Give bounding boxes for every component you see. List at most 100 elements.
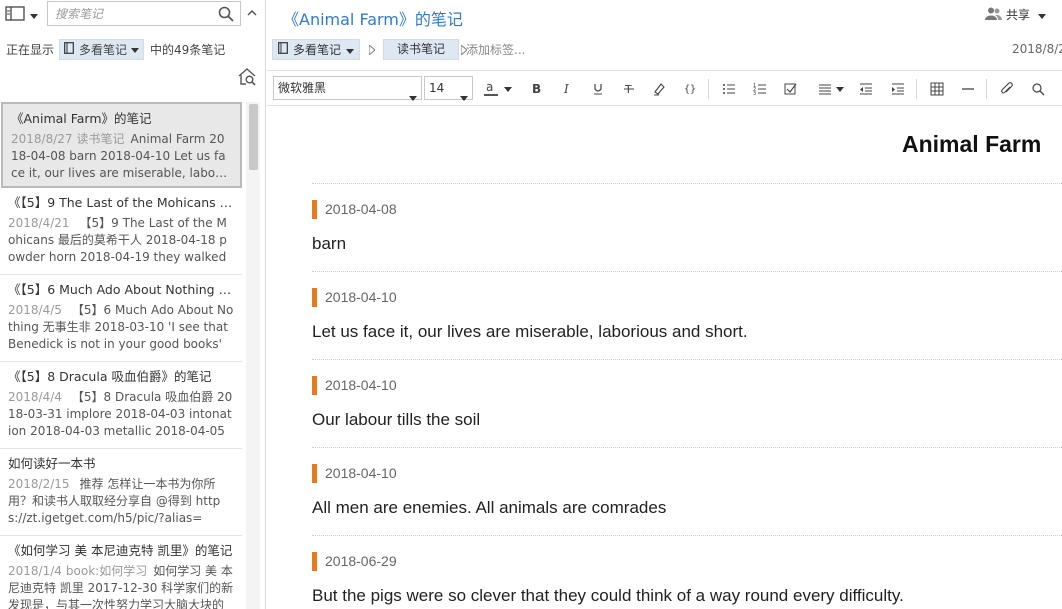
chevron-down-icon[interactable] (835, 80, 845, 98)
format-toolbar: 微软雅黑 14 a B I T {} 123 (267, 70, 1062, 106)
svg-text:I: I (563, 82, 569, 96)
entry-date: 2018-04-10 (325, 377, 397, 393)
highlighter-icon[interactable] (650, 80, 668, 98)
font-size-select[interactable]: 14 (424, 76, 473, 101)
view-mode-button[interactable] (5, 5, 41, 24)
entry-text: Our labour tills the soil (312, 410, 481, 429)
entry-text: All men are enemies. All animals are com… (312, 498, 667, 517)
notebook-label: 多看笔记 (293, 43, 342, 57)
entry-date: 2018-04-08 (325, 201, 397, 217)
toolbar-divider (708, 79, 709, 99)
note-item-title: 《【5】6 Much Ado About Nothing 无事生非》的笔记 (8, 282, 234, 297)
notebook-select[interactable]: 多看笔记 (272, 39, 361, 60)
note-item-title: 《【5】8 Dracula 吸血伯爵》的笔记 (8, 369, 212, 384)
note-item-date: 2018/4/5 (8, 303, 62, 317)
note-item-title: 如何读好一本书 (8, 456, 96, 471)
indent-icon[interactable] (889, 80, 907, 98)
note-list-item[interactable]: 《【5】6 Much Ado About Nothing 无事生非》的笔记 20… (0, 275, 242, 362)
entry-text: Let us face it, our lives are miserable,… (312, 322, 748, 341)
note-content[interactable]: Animal Farm 2018-04-08 barn 2018-04-10 L… (267, 107, 1062, 609)
note-item-date: 2018/4/4 (8, 390, 62, 404)
note-list-item[interactable]: 《Animal Farm》的笔记 2018/8/27 读书笔记 Animal Far… (1, 102, 242, 188)
note-item-title: 《如何学习 美 本尼迪克特 凯里》的笔记 (8, 543, 233, 558)
search-input[interactable] (48, 2, 213, 25)
note-item-tag: 读书笔记 (76, 132, 125, 146)
underline-icon[interactable] (589, 80, 607, 98)
note-item-date: 2018/8/27 (11, 132, 73, 146)
code-icon[interactable]: {} (681, 80, 699, 98)
note-item-summary: 2018/1/4 book:如何学习 如何学习 美 本尼迪克特 凯里 2017-12… (8, 563, 234, 609)
chevron-up-icon[interactable] (246, 7, 258, 19)
checkbox-icon[interactable] (782, 80, 800, 98)
filter-notebook-label: 多看笔记 (79, 42, 128, 57)
bold-icon[interactable]: B (527, 80, 545, 98)
entry-date: 2018-04-10 (325, 465, 397, 481)
entry-text: But the pigs were so clever that they co… (312, 586, 904, 605)
numbered-list-icon[interactable]: 123 (751, 80, 769, 98)
font-family-select[interactable]: 微软雅黑 (273, 76, 422, 101)
table-icon[interactable] (928, 80, 946, 98)
chevron-down-icon (346, 43, 355, 57)
highlight-entry: 2018-04-10 Let us face it, our lives are… (312, 272, 1062, 360)
entry-date: 2018-06-29 (325, 553, 397, 569)
note-item-date: 2018/4/21 (8, 216, 70, 230)
svg-text:{}: {} (684, 84, 696, 95)
notebook-filter-select[interactable]: 多看笔记 (59, 38, 145, 60)
note-item-summary: 2018/8/27 读书笔记 Animal Farm 2018-04-08 barn… (11, 131, 232, 182)
chevron-down-icon (131, 42, 140, 56)
note-item-summary: 2018/4/21 【5】9 The Last of the Mohicans 最… (8, 215, 234, 266)
outdent-icon[interactable] (857, 80, 875, 98)
highlight-entry: 2018-04-10 Our labour tills the soil (312, 360, 1062, 448)
entry-text: barn (312, 234, 347, 253)
bullet-list-icon[interactable] (720, 80, 738, 98)
notebook-icon (278, 42, 288, 57)
notebook-filter: 正在显示 多看笔记 中的49条笔记 (0, 38, 265, 60)
font-family-value: 微软雅黑 (278, 81, 327, 95)
note-list-item[interactable]: 《如何学习 美 本尼迪克特 凯里》的笔记 2018/1/4 book:如何学习 如何… (0, 536, 242, 609)
filter-prefix: 正在显示 (6, 42, 55, 57)
filter-count: 中的49条笔记 (150, 42, 226, 57)
notebook-icon (64, 41, 74, 57)
share-label: 共享 (1006, 8, 1031, 22)
strikethrough-icon[interactable]: T (620, 80, 638, 98)
italic-icon[interactable]: I (558, 80, 576, 98)
entry-marker (312, 552, 317, 571)
note-item-date: 2018/1/4 (8, 564, 62, 578)
encrypt-icon[interactable] (1029, 80, 1047, 98)
attachment-icon[interactable] (998, 80, 1016, 98)
entry-marker (312, 376, 317, 395)
add-tag-input[interactable]: 添加标签... (466, 41, 525, 58)
share-button[interactable]: 共享 (985, 6, 1047, 23)
note-meta-bar: 多看笔记 读书笔记 添加标签... 2018/8/27 (272, 39, 1062, 61)
chevron-right-icon (368, 43, 376, 57)
entry-marker (312, 200, 317, 219)
note-list-scrollbar-track[interactable] (246, 102, 260, 609)
list-view-icon (5, 5, 25, 24)
tag-chip[interactable]: 读书笔记 (383, 39, 459, 60)
align-icon[interactable] (816, 80, 834, 98)
note-item-summary: 2018/4/5 【5】6 Much Ado About Nothing 无事生非… (8, 302, 234, 353)
entry-marker (312, 464, 317, 483)
note-list-item[interactable]: 《【5】8 Dracula 吸血伯爵》的笔记 2018/4/4 【5】8 Drac… (0, 362, 242, 449)
entry-marker (312, 288, 317, 307)
font-color-icon[interactable]: a (482, 80, 500, 98)
svg-text:B: B (532, 82, 541, 96)
svg-text:a: a (486, 80, 493, 94)
note-item-tag: book:如何学习 (65, 564, 148, 578)
chevron-down-icon (460, 86, 468, 108)
chevron-down-icon[interactable] (503, 80, 513, 98)
users-icon (985, 7, 1002, 23)
search-box (47, 1, 241, 26)
note-list-item[interactable]: 如何读好一本书 2018/2/15 推荐 怎样让一本书为你所用？和读书人取取经分享… (0, 449, 242, 536)
highlight-entry: 2018-06-29 But the pigs were so clever t… (312, 536, 1062, 609)
note-list-item[interactable]: 《【5】9 The Last of the Mohicans 最后的莫希干人》的… (0, 188, 242, 275)
toolbar-divider (986, 79, 987, 99)
note-title[interactable]: 《Animal Farm》的笔记 (283, 6, 463, 30)
search-icon[interactable] (218, 6, 234, 22)
highlight-entry: 2018-04-08 barn (312, 184, 1062, 272)
horizontal-rule-icon[interactable] (959, 80, 977, 98)
locate-note-icon[interactable] (237, 67, 257, 87)
note-list-scrollbar-thumb[interactable] (249, 104, 258, 170)
note-list: 《Animal Farm》的笔记 2018/8/27 读书笔记 Animal Far… (0, 102, 260, 609)
note-item-summary: 2018/2/15 推荐 怎样让一本书为你所用？和读书人取取经分享自 @得到 ht… (8, 476, 234, 527)
